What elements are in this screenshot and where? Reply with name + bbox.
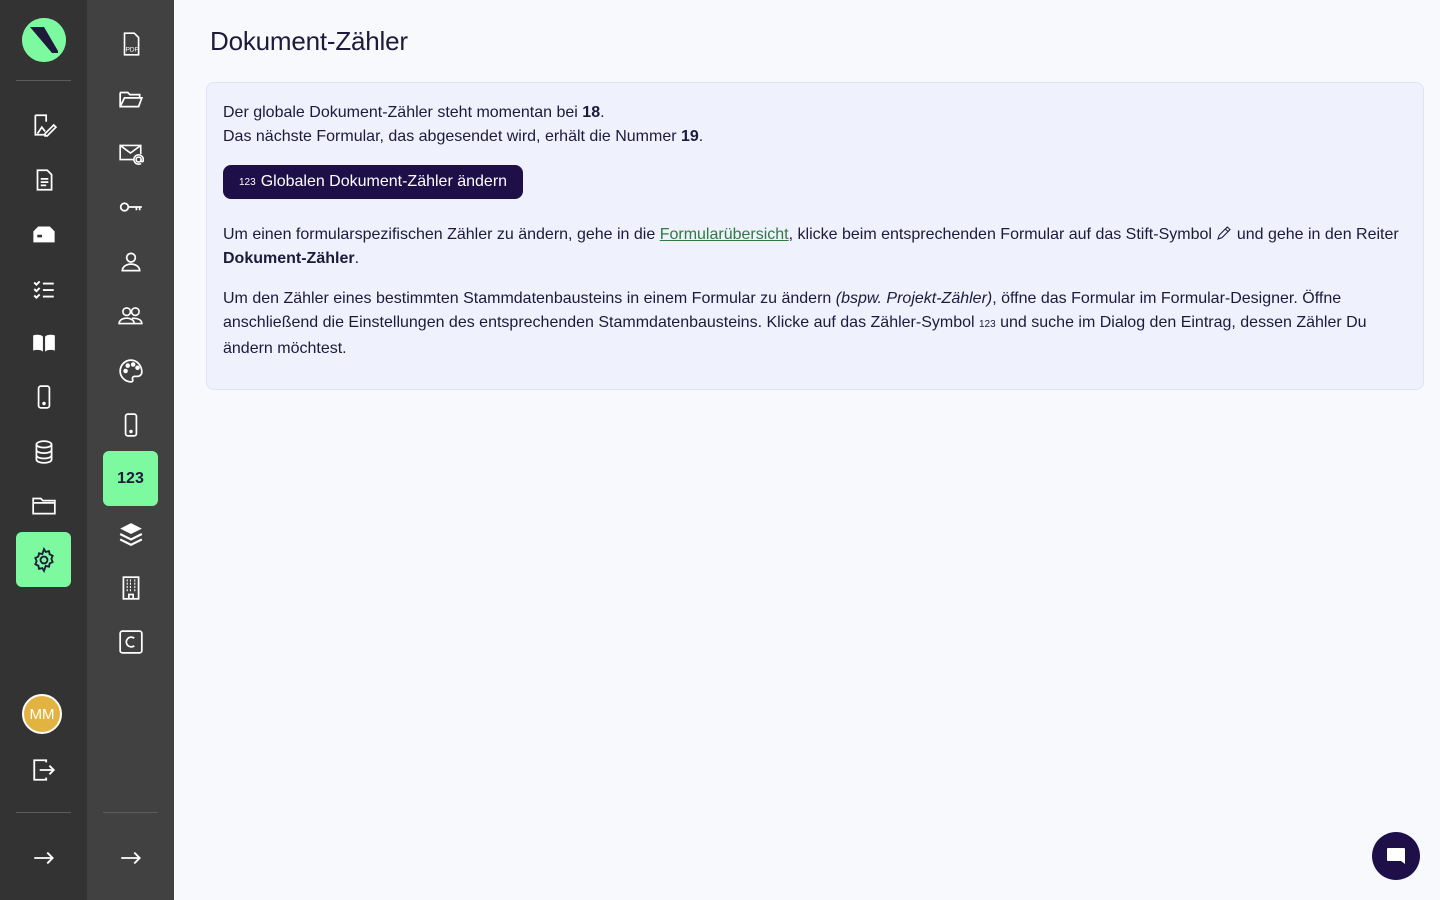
mobile-icon: [124, 412, 137, 437]
form-overview-link[interactable]: Formularübersicht: [660, 226, 789, 243]
subnav-item-company[interactable]: [103, 560, 158, 615]
svg-text:PDF: PDF: [125, 46, 138, 53]
instruction-text: , klicke beim entsprechenden Formular au…: [788, 226, 1217, 243]
settings-subnav: PDF 123: [87, 0, 174, 900]
tab-name: Dokument-Zähler: [223, 250, 355, 267]
inbox-icon: [32, 226, 55, 242]
expand-subnav-button[interactable]: [103, 830, 158, 885]
app-logo[interactable]: [22, 18, 66, 62]
counter-info-panel: Der globale Dokument-Zähler steht moment…: [206, 82, 1424, 390]
subnav-item-email[interactable]: [103, 125, 158, 180]
chat-icon: [1387, 848, 1405, 864]
instruction-text: Um den Zähler eines bestimmten Stammdate…: [223, 290, 836, 307]
sidebar-item-documents[interactable]: [16, 152, 71, 207]
next-number-text: Das nächste Formular, das abgesendet wir…: [223, 128, 681, 145]
book-icon: [32, 334, 55, 352]
counter-icon: 123: [979, 319, 996, 330]
user-avatar[interactable]: MM: [22, 694, 62, 734]
subnav-item-folders[interactable]: [103, 71, 158, 126]
period: .: [354, 250, 360, 267]
logout-icon: [32, 758, 55, 781]
mobile-icon: [37, 384, 50, 409]
folder-icon: [31, 497, 56, 515]
folder-open-icon: [118, 91, 143, 107]
page-title: Dokument-Zähler: [210, 26, 408, 56]
current-count-line: Der globale Dokument-Zähler steht moment…: [223, 101, 1407, 125]
period: .: [600, 104, 605, 121]
subnav-item-document-counter[interactable]: 123: [103, 451, 158, 506]
current-count-text: Der globale Dokument-Zähler steht moment…: [223, 104, 583, 121]
expand-sidebar-button[interactable]: [16, 830, 71, 885]
current-count-value: 18: [582, 104, 601, 121]
logout-button[interactable]: [16, 742, 71, 797]
key-icon: [119, 201, 142, 212]
example-text: (bspw. Projekt-Zähler): [835, 290, 993, 307]
counter-icon: 123: [117, 469, 144, 487]
sidebar-item-tasks[interactable]: [16, 261, 71, 316]
next-number-line: Das nächste Formular, das abgesendet wir…: [223, 125, 1407, 149]
sidebar-item-mobile[interactable]: [16, 369, 71, 424]
settings-icon: [33, 546, 54, 573]
subnav-item-pdf[interactable]: PDF: [103, 16, 158, 71]
subnav-item-keys[interactable]: [103, 179, 158, 234]
arrow-right-icon: [120, 851, 141, 864]
edit-form-icon: [33, 113, 57, 137]
subnav-item-users[interactable]: [103, 288, 158, 343]
sidebar-item-guide[interactable]: [16, 315, 71, 370]
counter-icon: 123: [239, 176, 256, 188]
users-icon: [117, 306, 143, 324]
subnav-item-license[interactable]: [103, 614, 158, 669]
copyright-icon: [118, 629, 143, 654]
chat-button[interactable]: [1372, 832, 1420, 880]
subnav-item-mobile[interactable]: [103, 397, 158, 452]
subnav-item-design[interactable]: [103, 343, 158, 398]
sidebar-divider: [16, 80, 71, 81]
user-icon: [120, 251, 141, 272]
sidebar-item-database[interactable]: [16, 424, 71, 479]
instruction-text: und gehe in den Reiter: [1232, 226, 1399, 243]
button-label: Globalen Dokument-Zähler ändern: [260, 173, 508, 190]
change-global-counter-button[interactable]: 123 Globalen Dokument-Zähler ändern: [223, 165, 524, 199]
form-counter-instructions: Um einen formularspezifischen Zähler zu …: [223, 223, 1407, 271]
sidebar-item-files[interactable]: [16, 477, 71, 532]
sidebar-divider: [16, 812, 71, 813]
database-icon: [35, 439, 52, 464]
checklist-icon: [33, 280, 54, 299]
pencil-icon: [1217, 226, 1232, 240]
building-icon: [122, 575, 139, 600]
sidebar-item-settings[interactable]: [16, 532, 71, 587]
layers-icon: [119, 522, 142, 546]
subnav-item-layers[interactable]: [103, 506, 158, 561]
document-icon: [36, 168, 52, 191]
subnav-item-user[interactable]: [103, 234, 158, 289]
mail-at-icon: [118, 144, 144, 165]
main-content: Dokument-Zähler Der globale Dokument-Zäh…: [174, 0, 1440, 900]
sidebar-item-inbox[interactable]: [16, 207, 71, 262]
master-data-counter-instructions: Um den Zähler eines bestimmten Stammdate…: [223, 287, 1407, 361]
pdf-icon: PDF: [123, 31, 139, 56]
next-number-value: 19: [681, 128, 699, 145]
palette-icon: [118, 358, 143, 383]
period: .: [698, 128, 704, 145]
instruction-text: Um einen formularspezifischen Zähler zu …: [223, 226, 660, 243]
logo-icon: [22, 18, 66, 62]
primary-sidebar: MM: [0, 0, 87, 900]
subnav-divider: [103, 812, 158, 813]
arrow-right-icon: [33, 851, 54, 864]
sidebar-item-form-editor[interactable]: [16, 97, 71, 152]
